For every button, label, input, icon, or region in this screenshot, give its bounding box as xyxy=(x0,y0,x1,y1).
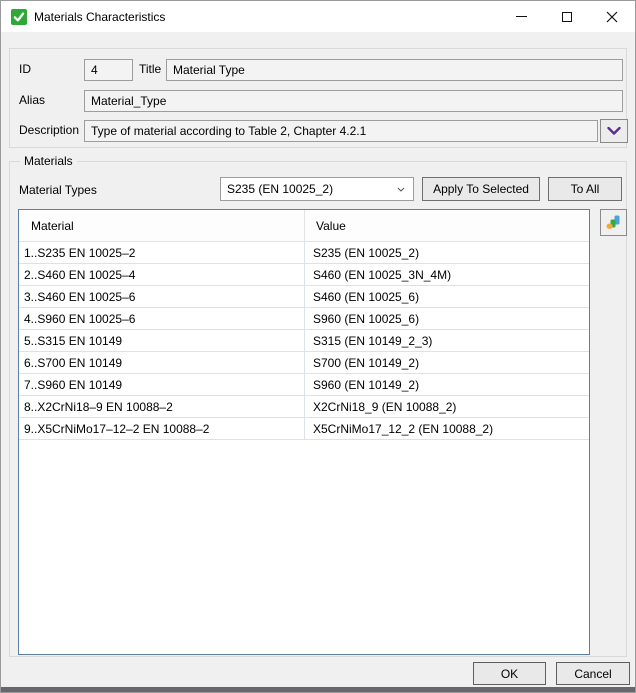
id-field[interactable]: 4 xyxy=(84,59,133,81)
combobox-chevron-icon xyxy=(397,187,405,192)
window-bottom-edge xyxy=(1,687,635,692)
value-column-header[interactable]: Value xyxy=(305,210,589,241)
materials-table-body: 1..S235 EN 10025–2 S235 (EN 10025_2) 2..… xyxy=(19,242,589,440)
value-cell[interactable]: S960 (EN 10149_2) xyxy=(305,374,589,395)
maximize-button[interactable] xyxy=(544,1,589,32)
material-types-selected-value: S235 (EN 10025_2) xyxy=(227,182,333,196)
table-row[interactable]: 9..X5CrNiMo17–12–2 EN 10088–2 X5CrNiMo17… xyxy=(19,418,589,440)
id-label: ID xyxy=(19,62,31,76)
material-types-combobox[interactable]: S235 (EN 10025_2) xyxy=(220,177,414,201)
field-properties-group: ID 4 Title Material Type Alias Material_… xyxy=(9,48,627,148)
materials-table: Material Value 1..S235 EN 10025–2 S235 (… xyxy=(18,209,590,655)
description-field[interactable]: Type of material according to Table 2, C… xyxy=(84,120,598,142)
minimize-button[interactable] xyxy=(499,1,544,32)
table-row[interactable]: 7..S960 EN 10149 S960 (EN 10149_2) xyxy=(19,374,589,396)
material-cell[interactable]: 3..S460 EN 10025–6 xyxy=(19,286,305,307)
minimize-icon xyxy=(516,16,527,17)
material-cell[interactable]: 5..S315 EN 10149 xyxy=(19,330,305,351)
green-checkmark-icon xyxy=(11,9,27,25)
materials-characteristics-dialog: Materials Characteristics ID 4 Title Mat… xyxy=(0,0,636,693)
value-cell[interactable]: S235 (EN 10025_2) xyxy=(305,242,589,263)
value-cell[interactable]: S960 (EN 10025_6) xyxy=(305,308,589,329)
title-label: Title xyxy=(139,62,161,76)
title-field[interactable]: Material Type xyxy=(166,59,623,81)
title-bar[interactable]: Materials Characteristics xyxy=(1,1,635,32)
window-controls xyxy=(499,1,634,32)
to-all-button[interactable]: To All xyxy=(548,177,622,201)
table-row[interactable]: 3..S460 EN 10025–6 S460 (EN 10025_6) xyxy=(19,286,589,308)
material-cell[interactable]: 7..S960 EN 10149 xyxy=(19,374,305,395)
material-cell[interactable]: 8..X2CrNi18–9 EN 10088–2 xyxy=(19,396,305,417)
materials-group-label: Materials xyxy=(20,154,77,168)
materials-table-header: Material Value xyxy=(19,210,589,242)
material-cell[interactable]: 6..S700 EN 10149 xyxy=(19,352,305,373)
close-button[interactable] xyxy=(589,1,634,32)
value-cell[interactable]: X5CrNiMo17_12_2 (EN 10088_2) xyxy=(305,418,589,439)
material-cell[interactable]: 4..S960 EN 10025–6 xyxy=(19,308,305,329)
table-row[interactable]: 1..S235 EN 10025–2 S235 (EN 10025_2) xyxy=(19,242,589,264)
value-cell[interactable]: S460 (EN 10025_6) xyxy=(305,286,589,307)
window-title: Materials Characteristics xyxy=(34,10,165,24)
material-types-label: Material Types xyxy=(19,183,97,197)
table-row[interactable]: 8..X2CrNi18–9 EN 10088–2 X2CrNi18_9 (EN … xyxy=(19,396,589,418)
close-icon xyxy=(606,11,618,23)
chevron-down-icon xyxy=(607,127,621,135)
material-cell[interactable]: 1..S235 EN 10025–2 xyxy=(19,242,305,263)
material-column-header[interactable]: Material xyxy=(19,210,305,241)
maximize-icon xyxy=(562,12,572,22)
value-cell[interactable]: S460 (EN 10025_3N_4M) xyxy=(305,264,589,285)
ok-button[interactable]: OK xyxy=(473,662,546,685)
table-row[interactable]: 4..S960 EN 10025–6 S960 (EN 10025_6) xyxy=(19,308,589,330)
description-dropdown-button[interactable] xyxy=(600,119,628,143)
colored-blocks-icon xyxy=(606,215,622,230)
table-row[interactable]: 5..S315 EN 10149 S315 (EN 10149_2_3) xyxy=(19,330,589,352)
alias-label: Alias xyxy=(19,93,45,107)
description-label: Description xyxy=(19,123,79,137)
table-tools-button[interactable] xyxy=(600,209,627,236)
value-cell[interactable]: S700 (EN 10149_2) xyxy=(305,352,589,373)
material-cell[interactable]: 2..S460 EN 10025–4 xyxy=(19,264,305,285)
table-row[interactable]: 6..S700 EN 10149 S700 (EN 10149_2) xyxy=(19,352,589,374)
alias-field[interactable]: Material_Type xyxy=(84,90,623,112)
value-cell[interactable]: X2CrNi18_9 (EN 10088_2) xyxy=(305,396,589,417)
cancel-button[interactable]: Cancel xyxy=(556,662,630,685)
table-row[interactable]: 2..S460 EN 10025–4 S460 (EN 10025_3N_4M) xyxy=(19,264,589,286)
apply-to-selected-button[interactable]: Apply To Selected xyxy=(422,177,540,201)
value-cell[interactable]: S315 (EN 10149_2_3) xyxy=(305,330,589,351)
materials-group: Materials Material Types S235 (EN 10025_… xyxy=(9,161,627,657)
material-cell[interactable]: 9..X5CrNiMo17–12–2 EN 10088–2 xyxy=(19,418,305,439)
